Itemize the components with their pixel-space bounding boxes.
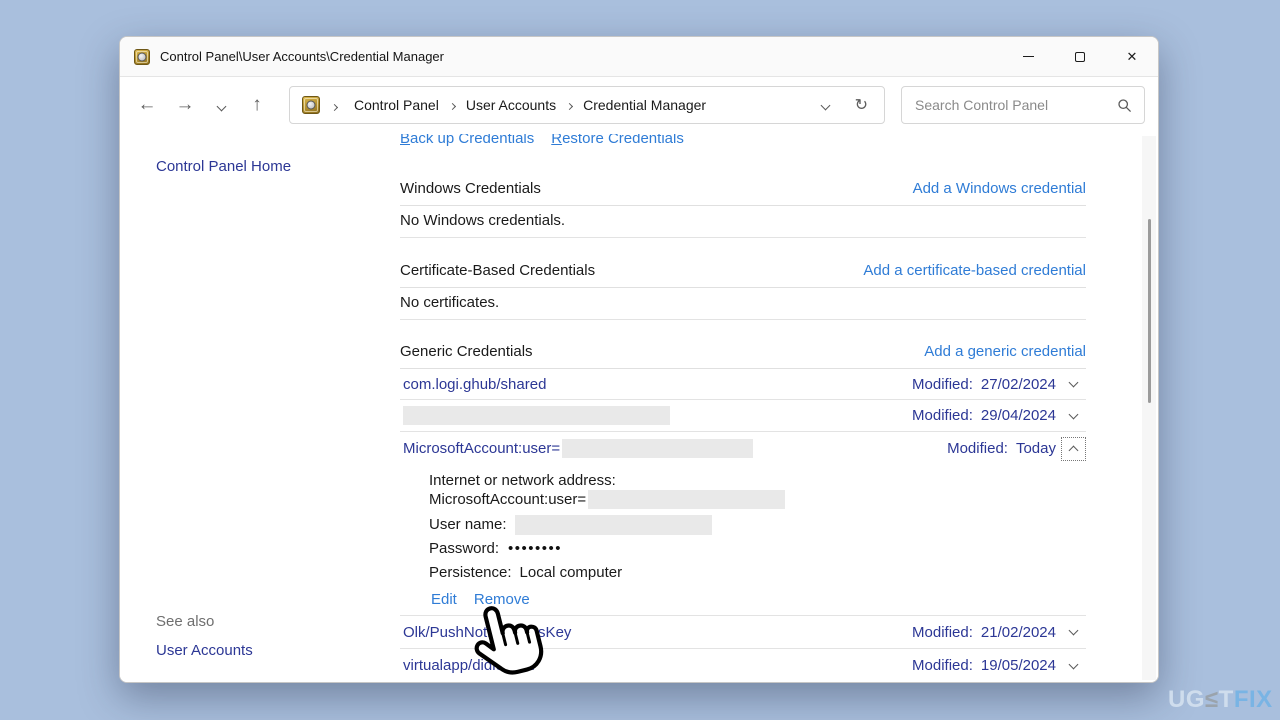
breadcrumb-chevron — [320, 97, 343, 113]
windows-credentials-section-header: Windows Credentials Add a Windows creden… — [400, 178, 1086, 206]
search-box[interactable] — [901, 86, 1145, 124]
password-dots: •••••••• — [508, 540, 562, 557]
add-certificate-credential-link[interactable]: Add a certificate-based credential — [863, 262, 1086, 279]
credential-name-link[interactable]: com.logi.ghub/shared — [400, 376, 546, 393]
nav-recent-pages-button[interactable] — [204, 94, 238, 116]
no-certificates-text: No certificates. — [400, 289, 1086, 320]
add-generic-credential-link[interactable]: Add a generic credential — [924, 343, 1086, 360]
modified-info: Modified:29/04/2024 — [912, 407, 1056, 424]
expand-chevron-button[interactable] — [1061, 620, 1086, 644]
window-title: Control Panel\User Accounts\Credential M… — [160, 49, 444, 64]
content-area: Control Panel Home See also User Account… — [120, 134, 1158, 682]
persistence-value: Local computer — [520, 564, 623, 581]
nav-back-button[interactable]: ← — [128, 94, 166, 116]
edit-link[interactable]: Edit — [431, 591, 457, 608]
minimize-button[interactable] — [1002, 37, 1054, 76]
navigation-toolbar: ← → ↑ Control Panel User Accounts Creden… — [120, 77, 1158, 133]
sidebar-item-user-accounts[interactable]: User Accounts — [156, 642, 253, 659]
see-also-label: See also — [156, 613, 214, 630]
breadcrumb-item-control-panel[interactable]: Control Panel — [343, 97, 450, 113]
vertical-scrollbar[interactable] — [1142, 136, 1156, 680]
credential-row[interactable]: Modified:29/04/2024 — [400, 400, 1086, 432]
breadcrumb-app-icon — [302, 96, 320, 114]
generic-credentials-section-header: Generic Credentials Add a generic creden… — [400, 340, 1086, 369]
search-input[interactable] — [915, 97, 1118, 113]
expand-chevron-button[interactable] — [1061, 372, 1086, 396]
address-dropdown-button[interactable] — [822, 96, 829, 114]
chevron-right-icon — [331, 104, 338, 111]
password-line: Password:•••••••• — [429, 538, 562, 559]
maximize-icon — [1075, 52, 1085, 62]
credential-manager-icon — [134, 49, 150, 65]
chevron-down-icon — [1069, 659, 1079, 669]
chevron-down-icon — [1069, 378, 1079, 388]
collapse-chevron-button[interactable] — [1061, 437, 1086, 461]
modified-info: Modified:Today — [947, 440, 1056, 457]
no-windows-credentials-text: No Windows credentials. — [400, 207, 1086, 238]
credential-row[interactable]: com.logi.ghub/shared Modified:27/02/2024 — [400, 369, 1086, 400]
desktop-background: Control Panel\User Accounts\Credential M… — [0, 0, 1280, 720]
breadcrumb-item-credential-manager[interactable]: Credential Manager — [572, 97, 717, 113]
modified-info: Modified:27/02/2024 — [912, 376, 1056, 393]
persistence-line: Persistence:Local computer — [429, 562, 622, 583]
expand-chevron-button[interactable] — [1061, 654, 1086, 678]
credential-name-link[interactable]: MicrosoftAccount:user= — [400, 439, 753, 458]
chevron-down-icon — [820, 101, 830, 111]
redacted-credential-name — [403, 406, 670, 425]
add-windows-credential-link[interactable]: Add a Windows credential — [913, 180, 1086, 197]
certificate-credentials-section-header: Certificate-Based Credentials Add a cert… — [400, 259, 1086, 288]
ugetfix-watermark: UG≤TFIX — [1168, 686, 1273, 714]
nav-forward-button[interactable]: → — [166, 94, 204, 116]
breadcrumb-item-user-accounts[interactable]: User Accounts — [455, 97, 567, 113]
modified-info: Modified:21/02/2024 — [912, 624, 1056, 641]
maximize-button[interactable] — [1054, 37, 1106, 76]
nav-up-button[interactable]: ↑ — [238, 94, 276, 116]
backup-credentials-link[interactable]: Back up Credentials — [400, 134, 534, 147]
redacted-address-value — [588, 490, 785, 509]
address-bar[interactable]: Control Panel User Accounts Credential M… — [289, 86, 885, 124]
credential-row-expanded[interactable]: MicrosoftAccount:user= Modified:Today — [400, 432, 1086, 465]
chevron-down-icon — [1069, 626, 1079, 636]
refresh-button[interactable]: ↻ — [855, 95, 868, 115]
expand-chevron-button[interactable] — [1061, 404, 1086, 428]
chevron-down-icon — [1069, 409, 1079, 419]
redacted-credential-name — [562, 439, 753, 458]
close-icon: ✕ — [1127, 50, 1138, 63]
credential-name-link[interactable] — [400, 406, 670, 425]
window-titlebar[interactable]: Control Panel\User Accounts\Credential M… — [120, 37, 1158, 77]
modified-info: Modified:19/05/2024 — [912, 657, 1056, 674]
address-value-line: MicrosoftAccount:user= — [429, 489, 785, 510]
minimize-icon — [1023, 56, 1034, 58]
address-label: Internet or network address: — [429, 470, 616, 491]
section-title: Certificate-Based Credentials — [400, 262, 595, 279]
sidebar-item-control-panel-home[interactable]: Control Panel Home — [156, 158, 291, 175]
chevron-up-icon — [1069, 446, 1079, 456]
scrollbar-thumb[interactable] — [1148, 219, 1151, 403]
chevron-down-icon — [216, 102, 226, 112]
restore-credentials-link[interactable]: Restore Credentials — [551, 134, 684, 147]
backup-restore-links: Back up Credentials Restore Credentials — [400, 134, 701, 151]
search-icon[interactable] — [1118, 99, 1131, 112]
section-title: Windows Credentials — [400, 180, 541, 197]
section-title: Generic Credentials — [400, 343, 533, 360]
credential-details: Internet or network address: MicrosoftAc… — [400, 465, 1086, 616]
username-line: User name: — [429, 514, 712, 535]
credential-manager-window: Control Panel\User Accounts\Credential M… — [119, 36, 1159, 683]
redacted-username-value — [515, 515, 712, 535]
close-button[interactable]: ✕ — [1106, 37, 1158, 76]
